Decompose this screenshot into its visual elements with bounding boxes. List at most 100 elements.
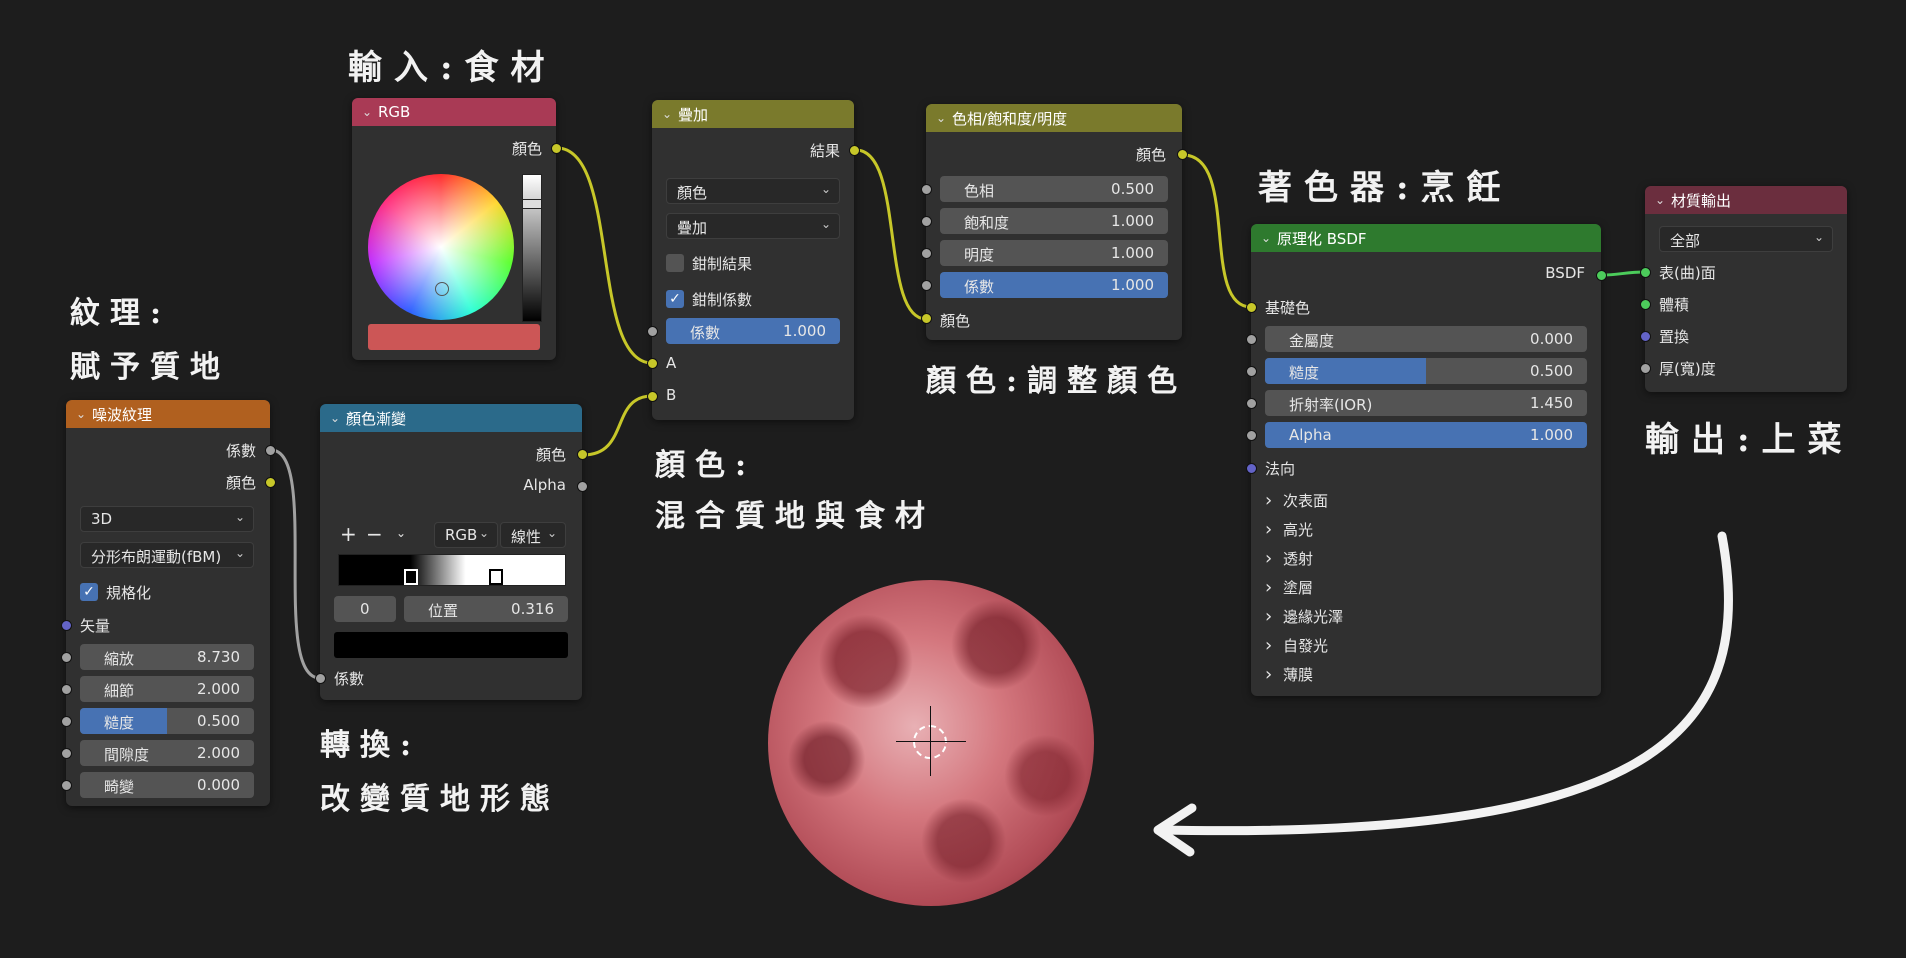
rgb-color-output-socket[interactable] xyxy=(551,143,562,154)
collapse-chevron-icon[interactable]: ⌄ xyxy=(76,407,92,421)
collapse-chevron-icon[interactable]: ⌄ xyxy=(1655,193,1671,207)
ior-field[interactable]: 折射率(IOR) 1.450 xyxy=(1265,390,1587,416)
metallic-field[interactable]: 金屬度 0.000 xyxy=(1265,326,1587,352)
ramp-menu-chevron-icon[interactable]: ⌄ xyxy=(396,526,406,540)
volume-input-socket[interactable] xyxy=(1640,299,1651,310)
collapse-chevron-icon[interactable]: ⌄ xyxy=(662,107,678,121)
collapse-chevron-icon[interactable]: ⌄ xyxy=(330,411,346,425)
mix-data-type-dropdown[interactable]: 顏色 ⌄ xyxy=(666,178,840,204)
ramp-stop-index-field[interactable]: 0 xyxy=(334,596,396,622)
collapse-chevron-icon[interactable]: ⌄ xyxy=(1261,231,1277,245)
noise-dimensions-dropdown[interactable]: 3D ⌄ xyxy=(80,506,254,532)
vector-input-socket[interactable] xyxy=(61,620,72,631)
noise-type-dropdown[interactable]: 分形布朗運動(fBM) ⌄ xyxy=(80,542,254,568)
distortion-socket[interactable] xyxy=(61,780,72,791)
mix-node-header[interactable]: ⌄ 疊加 xyxy=(652,100,854,128)
material-output-node[interactable]: ⌄ 材質輸出 全部 ⌄ 表(曲)面 體積 置換 厚(寬)度 xyxy=(1645,186,1847,392)
mix-input-a-socket[interactable] xyxy=(647,358,658,369)
rgb-color-swatch[interactable] xyxy=(368,324,540,350)
clamp-factor-checkbox[interactable]: ✓ xyxy=(666,290,684,308)
displacement-input-socket[interactable] xyxy=(1640,331,1651,342)
mix-input-b-socket[interactable] xyxy=(647,391,658,402)
output-node-header[interactable]: ⌄ 材質輸出 xyxy=(1645,186,1847,214)
bsdf-panel-6[interactable]: › 薄膜 xyxy=(1265,660,1585,689)
bsdf-panel-1[interactable]: › 高光 xyxy=(1265,515,1585,544)
bsdf-panel-2[interactable]: › 透射 xyxy=(1265,544,1585,573)
hsv-node[interactable]: ⌄ 色相/飽和度/明度 顏色 色相 0.500 飽和度 1.000 明度 1.000 … xyxy=(926,104,1182,340)
detail-field[interactable]: 細節 2.000 xyxy=(80,676,254,702)
ramp-color-output-socket[interactable] xyxy=(577,449,588,460)
color-wheel[interactable] xyxy=(368,174,514,320)
annotation-output: 輸出:上菜 xyxy=(1645,420,1854,460)
mix-node[interactable]: ⌄ 疊加 結果 顏色 ⌄ 疊加 ⌄ 鉗制結果 ✓ 鉗制係數 係數 1.000 A B xyxy=(652,100,854,420)
hsv-color-output-socket[interactable] xyxy=(1177,149,1188,160)
bsdf-panel-3[interactable]: › 塗層 xyxy=(1265,573,1585,602)
metallic-socket[interactable] xyxy=(1246,334,1257,345)
lacunarity-field[interactable]: 間隙度 2.000 xyxy=(80,740,254,766)
color-ramp-node[interactable]: ⌄ 顏色漸變 顏色 Alpha + − ⌄ RGB ⌄ 線性 ⌄ 0 位置 0.316… xyxy=(320,404,582,700)
output-target-dropdown[interactable]: 全部 ⌄ xyxy=(1659,226,1833,252)
value-socket[interactable] xyxy=(921,248,932,259)
bsdf-roughness-socket[interactable] xyxy=(1246,366,1257,377)
bsdf-panel-4[interactable]: › 邊緣光澤 xyxy=(1265,602,1585,631)
alpha-field[interactable]: Alpha 1.000 xyxy=(1265,422,1587,448)
ramp-stop-0[interactable] xyxy=(404,569,418,585)
base-color-socket[interactable] xyxy=(1246,302,1257,313)
alpha-socket[interactable] xyxy=(1246,430,1257,441)
hsv-factor-socket[interactable] xyxy=(921,280,932,291)
scale-field[interactable]: 縮放 8.730 xyxy=(80,644,254,670)
bsdf-node-header[interactable]: ⌄ 原理化 BSDF xyxy=(1251,224,1601,252)
saturation-field[interactable]: 飽和度 1.000 xyxy=(940,208,1168,234)
value-slider-handle[interactable] xyxy=(522,199,542,209)
color-ramp-gradient[interactable] xyxy=(338,554,566,586)
value-field[interactable]: 明度 1.000 xyxy=(940,240,1168,266)
ramp-stop-color-swatch[interactable] xyxy=(334,632,568,658)
collapse-chevron-icon[interactable]: ⌄ xyxy=(362,105,378,119)
noise-factor-output-socket[interactable] xyxy=(265,445,276,456)
ramp-node-header[interactable]: ⌄ 顏色漸變 xyxy=(320,404,582,432)
hsv-factor-field[interactable]: 係數 1.000 xyxy=(940,272,1168,298)
scale-socket[interactable] xyxy=(61,652,72,663)
hue-socket[interactable] xyxy=(921,184,932,195)
ior-socket[interactable] xyxy=(1246,398,1257,409)
add-stop-button[interactable]: + xyxy=(340,522,357,546)
clamp-result-checkbox[interactable] xyxy=(666,254,684,272)
bsdf-panel-0[interactable]: › 次表面 xyxy=(1265,486,1585,515)
principled-bsdf-node[interactable]: ⌄ 原理化 BSDF BSDF 基礎色 金屬度 0.000 糙度 0.500 折射率… xyxy=(1251,224,1601,696)
ramp-color-mode-dropdown[interactable]: RGB ⌄ xyxy=(434,522,498,548)
bsdf-panel-5[interactable]: › 自發光 xyxy=(1265,631,1585,660)
normalize-checkbox[interactable]: ✓ xyxy=(80,583,98,601)
ramp-position-field[interactable]: 位置 0.316 xyxy=(404,596,568,622)
lacunarity-socket[interactable] xyxy=(61,748,72,759)
roughness-field[interactable]: 糙度 0.500 xyxy=(80,708,254,734)
bsdf-roughness-field[interactable]: 糙度 0.500 xyxy=(1265,358,1587,384)
surface-input-socket[interactable] xyxy=(1640,267,1651,278)
noise-color-output-socket[interactable] xyxy=(265,477,276,488)
detail-socket[interactable] xyxy=(61,684,72,695)
mix-factor-socket[interactable] xyxy=(647,326,658,337)
saturation-socket[interactable] xyxy=(921,216,932,227)
mix-result-socket[interactable] xyxy=(849,145,860,156)
rgb-node-header[interactable]: ⌄ RGB xyxy=(352,98,556,126)
hsv-color-input-socket[interactable] xyxy=(921,313,932,324)
normal-socket[interactable] xyxy=(1246,463,1257,474)
hue-field[interactable]: 色相 0.500 xyxy=(940,176,1168,202)
ramp-interpolation-dropdown[interactable]: 線性 ⌄ xyxy=(500,522,566,548)
ramp-alpha-output-socket[interactable] xyxy=(577,481,588,492)
value-slider[interactable] xyxy=(522,174,542,322)
rgb-node[interactable]: ⌄ RGB 顏色 xyxy=(352,98,556,360)
ramp-factor-input-socket[interactable] xyxy=(315,673,326,684)
noise-texture-node[interactable]: ⌄ 噪波紋理 係數 顏色 3D ⌄ 分形布朗運動(fBM) ⌄ ✓ 規格化 矢量 縮… xyxy=(66,400,270,806)
collapse-chevron-icon[interactable]: ⌄ xyxy=(936,111,952,125)
thickness-input-socket[interactable] xyxy=(1640,363,1651,374)
mix-blend-mode-dropdown[interactable]: 疊加 ⌄ xyxy=(666,213,840,239)
noise-node-header[interactable]: ⌄ 噪波紋理 xyxy=(66,400,270,428)
distortion-field[interactable]: 畸變 0.000 xyxy=(80,772,254,798)
roughness-socket[interactable] xyxy=(61,716,72,727)
mix-factor-field[interactable]: 係數 1.000 xyxy=(666,318,840,344)
remove-stop-button[interactable]: − xyxy=(366,522,383,546)
hsv-node-header[interactable]: ⌄ 色相/飽和度/明度 xyxy=(926,104,1182,132)
bsdf-output-socket[interactable] xyxy=(1596,270,1607,281)
ramp-stop-1[interactable] xyxy=(489,569,503,585)
color-picker-cursor[interactable] xyxy=(435,282,449,296)
